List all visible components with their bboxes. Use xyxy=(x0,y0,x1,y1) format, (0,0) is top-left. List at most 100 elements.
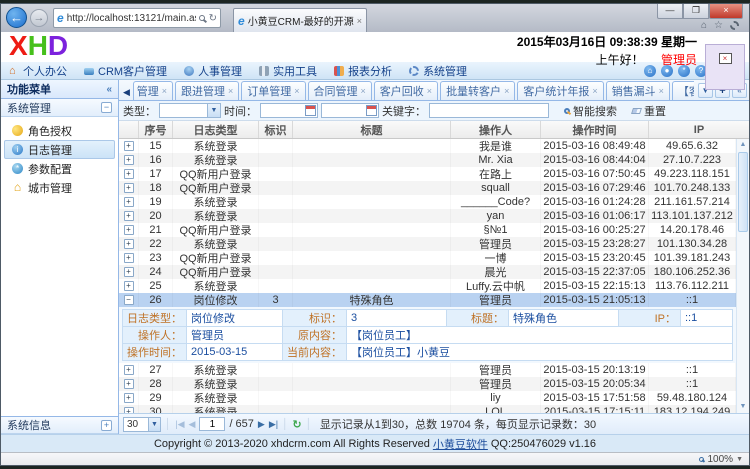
address-bar[interactable]: e http://localhost:13121/main.aspx ↻ xyxy=(53,8,221,28)
calendar-icon[interactable] xyxy=(366,105,377,116)
sidebar-item-角色授权[interactable]: 角色授权 xyxy=(4,121,115,140)
xhd-software-link[interactable]: 小黄豆软件 xyxy=(433,436,488,452)
tab-close-icon[interactable]: × xyxy=(357,16,362,26)
expand-row-icon[interactable]: + xyxy=(124,141,134,151)
zoom-level-text[interactable]: 100% xyxy=(707,454,733,465)
menu-item-CRM客户管理[interactable]: CRM客户管理 xyxy=(84,63,167,79)
table-row[interactable]: +24QQ新用户登录晨光2015-03-15 22:37:05180.106.2… xyxy=(119,265,736,279)
type-filter-select[interactable]: ▼ xyxy=(159,103,221,118)
calendar-icon[interactable] xyxy=(305,105,316,116)
expand-row-icon[interactable]: + xyxy=(124,239,134,249)
column-header-ip[interactable]: IP xyxy=(649,121,749,138)
expand-row-icon[interactable]: + xyxy=(124,183,134,193)
menu-item-系统管理[interactable]: 系统管理 xyxy=(409,63,467,79)
menu-item-人事管理[interactable]: 人事管理 xyxy=(184,63,242,79)
tab-销售漏斗[interactable]: 销售漏斗× xyxy=(606,81,670,100)
keyword-input[interactable] xyxy=(429,103,549,118)
accordion-expand-icon[interactable]: + xyxy=(101,420,112,431)
column-header-seq[interactable]: 序号 xyxy=(139,121,173,138)
browser-tab[interactable]: e 小黄豆CRM-最好的开源免... × xyxy=(233,8,367,32)
sidebar-item-日志管理[interactable]: i日志管理 xyxy=(4,140,115,159)
page-number-input[interactable] xyxy=(199,417,225,431)
tab-close-icon[interactable]: × xyxy=(228,86,233,96)
tab-close-icon[interactable]: × xyxy=(659,86,664,96)
next-page-button[interactable]: ▶ xyxy=(258,419,265,430)
table-row[interactable]: +18QQ新用户登录squall2015-03-16 07:29:46101.7… xyxy=(119,181,736,195)
table-scrollbar[interactable]: ▲ ▼ xyxy=(736,139,749,413)
table-row[interactable]: +23QQ新用户登录一博2015-03-15 23:20:45101.39.18… xyxy=(119,251,736,265)
tab-【客户】新增[interactable]: 【客户】新增× xyxy=(672,81,694,100)
tab-客户回收[interactable]: 客户回收× xyxy=(374,81,438,100)
tab-close-icon[interactable]: × xyxy=(592,86,597,96)
date-to-input[interactable] xyxy=(321,103,379,118)
column-header-time[interactable]: 操作时间 xyxy=(541,121,649,138)
username-link[interactable]: 管理员 xyxy=(661,53,697,67)
date-from-input[interactable] xyxy=(260,103,318,118)
table-row[interactable]: −26岗位修改3特殊角色管理员2015-03-15 21:05:13::1 xyxy=(119,293,736,307)
accordion-system-mgmt[interactable]: 系统管理 − xyxy=(1,99,118,117)
tab-批量转客户[interactable]: 批量转客户× xyxy=(440,81,515,100)
tab-管理[interactable]: 管理× xyxy=(133,81,173,100)
table-row[interactable]: +15系统登录我是谁2015-03-16 08:49:4849.65.6.32 xyxy=(119,139,736,153)
expand-row-icon[interactable]: + xyxy=(124,211,134,221)
tab-跟进管理[interactable]: 跟进管理× xyxy=(175,81,239,100)
expand-row-icon[interactable]: + xyxy=(124,393,134,403)
date-to-field[interactable] xyxy=(322,104,366,117)
collapse-row-icon[interactable]: − xyxy=(124,295,134,305)
tab-合同管理[interactable]: 合同管理× xyxy=(308,81,372,100)
menu-item-报表分析[interactable]: 报表分析 xyxy=(334,63,392,79)
zoom-magnifier-icon[interactable] xyxy=(699,457,704,462)
keyword-field[interactable] xyxy=(430,104,548,117)
expand-row-icon[interactable]: + xyxy=(124,253,134,263)
table-row[interactable]: +17QQ新用户登录在路上2015-03-16 07:50:4549.223.1… xyxy=(119,167,736,181)
accordion-system-info[interactable]: 系统信息 + xyxy=(1,416,118,434)
expand-row-icon[interactable]: + xyxy=(124,197,134,207)
tab-close-icon[interactable]: × xyxy=(427,86,432,96)
expand-row-icon[interactable]: + xyxy=(124,365,134,375)
window-close-button[interactable]: × xyxy=(709,4,743,19)
home-icon[interactable]: ⌂ xyxy=(701,20,707,31)
expand-row-icon[interactable]: + xyxy=(124,379,134,389)
column-header-type[interactable]: 日志类型 xyxy=(173,121,259,138)
prev-page-button[interactable]: ◀ xyxy=(189,419,196,430)
column-header-flag[interactable]: 标识 xyxy=(259,121,293,138)
tab-订单管理[interactable]: 订单管理× xyxy=(241,81,305,100)
sidebar-item-参数配置[interactable]: *参数配置 xyxy=(4,159,115,178)
date-from-field[interactable] xyxy=(261,104,305,117)
table-row[interactable]: +16系统登录Mr. Xia2015-03-16 08:44:0427.10.7… xyxy=(119,153,736,167)
browser-forward-button[interactable]: → xyxy=(30,9,48,27)
menu-item-个人办公[interactable]: ⌂个人办公 xyxy=(9,63,67,79)
expand-row-icon[interactable]: + xyxy=(124,169,134,179)
refresh-icon[interactable]: ↻ xyxy=(292,418,301,431)
last-page-button[interactable]: ▶| xyxy=(269,419,278,430)
expand-row-icon[interactable]: + xyxy=(124,407,134,413)
browser-back-button[interactable]: ← xyxy=(6,7,27,28)
tab-客户统计年报[interactable]: 客户统计年报× xyxy=(517,81,603,100)
column-header-operator[interactable]: 操作人 xyxy=(451,121,541,138)
table-row[interactable]: +20系统登录yan2015-03-16 01:06:17113.101.137… xyxy=(119,209,736,223)
menu-item-实用工具[interactable]: 实用工具 xyxy=(259,63,317,79)
search-icon[interactable] xyxy=(199,15,205,21)
sidebar-collapse-icon[interactable]: « xyxy=(106,84,112,95)
refresh-icon[interactable]: ↻ xyxy=(209,13,217,24)
settings-gear-icon[interactable] xyxy=(730,21,739,30)
table-row[interactable]: +28系统登录管理员2015-03-15 20:05:34::1 xyxy=(119,377,736,391)
table-row[interactable]: +19系统登录______Code?2015-03-16 01:24:28211… xyxy=(119,195,736,209)
tab-close-icon[interactable]: × xyxy=(162,86,167,96)
window-maximize-button[interactable]: ❐ xyxy=(683,4,709,19)
table-row[interactable]: +21QQ新用户登录§№12015-03-16 00:25:2714.20.17… xyxy=(119,223,736,237)
scrollbar-thumb[interactable] xyxy=(738,152,748,232)
table-row[interactable]: +27系统登录管理员2015-03-15 20:13:19::1 xyxy=(119,363,736,377)
zoom-dropdown-icon[interactable]: ▼ xyxy=(736,456,743,463)
table-row[interactable]: +30系统登录LOL2015-03-15 17:15:11183.12.194.… xyxy=(119,405,736,413)
tab-close-icon[interactable]: × xyxy=(294,86,299,96)
sidebar-item-城市管理[interactable]: ⌂城市管理 xyxy=(4,178,115,197)
smart-search-button[interactable]: 智能搜索 xyxy=(564,103,617,119)
scroll-down-icon[interactable]: ▼ xyxy=(737,401,749,413)
tabs-scroll-left-icon[interactable]: ◀ xyxy=(120,84,133,100)
first-page-button[interactable]: |◀ xyxy=(175,419,184,430)
tab-close-icon[interactable]: × xyxy=(504,86,509,96)
expand-row-icon[interactable]: + xyxy=(124,155,134,165)
expand-row-icon[interactable]: + xyxy=(124,225,134,235)
scroll-up-icon[interactable]: ▲ xyxy=(737,139,749,151)
